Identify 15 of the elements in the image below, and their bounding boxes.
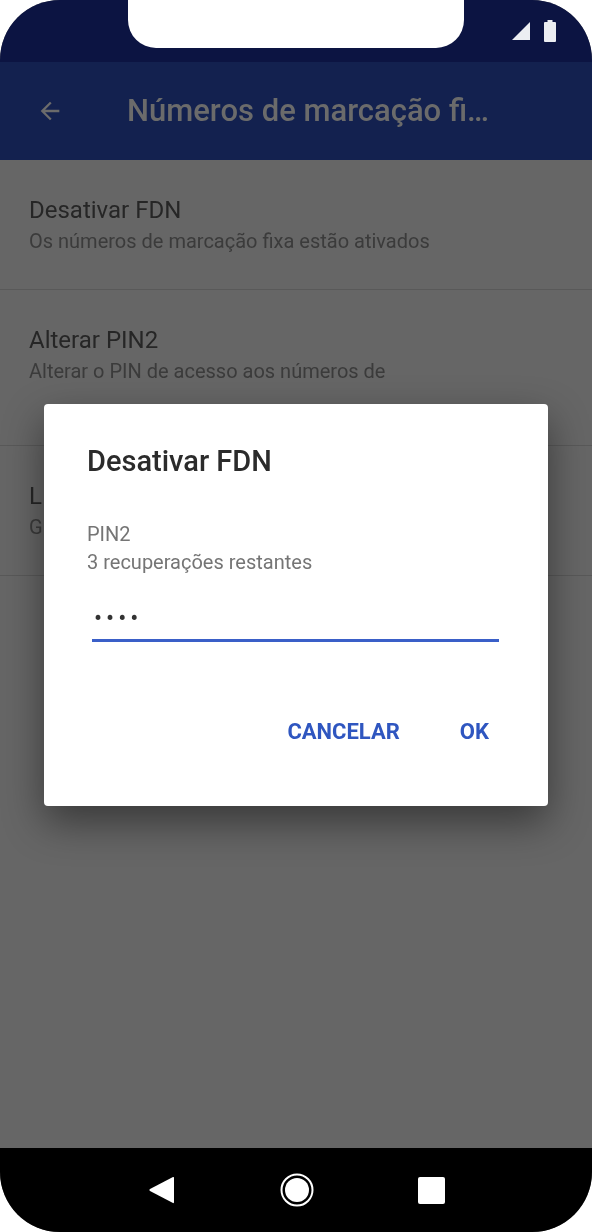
recents-icon[interactable]: [417, 1176, 445, 1204]
home-icon[interactable]: [279, 1173, 314, 1207]
attempts-remaining-text: 3 recuperações restantes: [87, 549, 314, 576]
screen-title: Números de marcação fi…: [127, 90, 489, 131]
ok-button[interactable]: OK: [459, 718, 489, 746]
setting-title: L: [29, 481, 42, 512]
pin-field[interactable]: ••••: [92, 596, 499, 642]
field-label: PIN2: [87, 521, 132, 548]
setting-title: Desativar FDN: [29, 195, 182, 226]
signal-icon: [512, 22, 530, 40]
back-icon[interactable]: [147, 1175, 176, 1205]
battery-icon: [544, 20, 556, 42]
dialog-title: Desativar FDN: [87, 443, 273, 480]
cancel-button[interactable]: CANCELAR: [287, 718, 400, 746]
setting-title: Alterar PIN2: [29, 325, 159, 356]
